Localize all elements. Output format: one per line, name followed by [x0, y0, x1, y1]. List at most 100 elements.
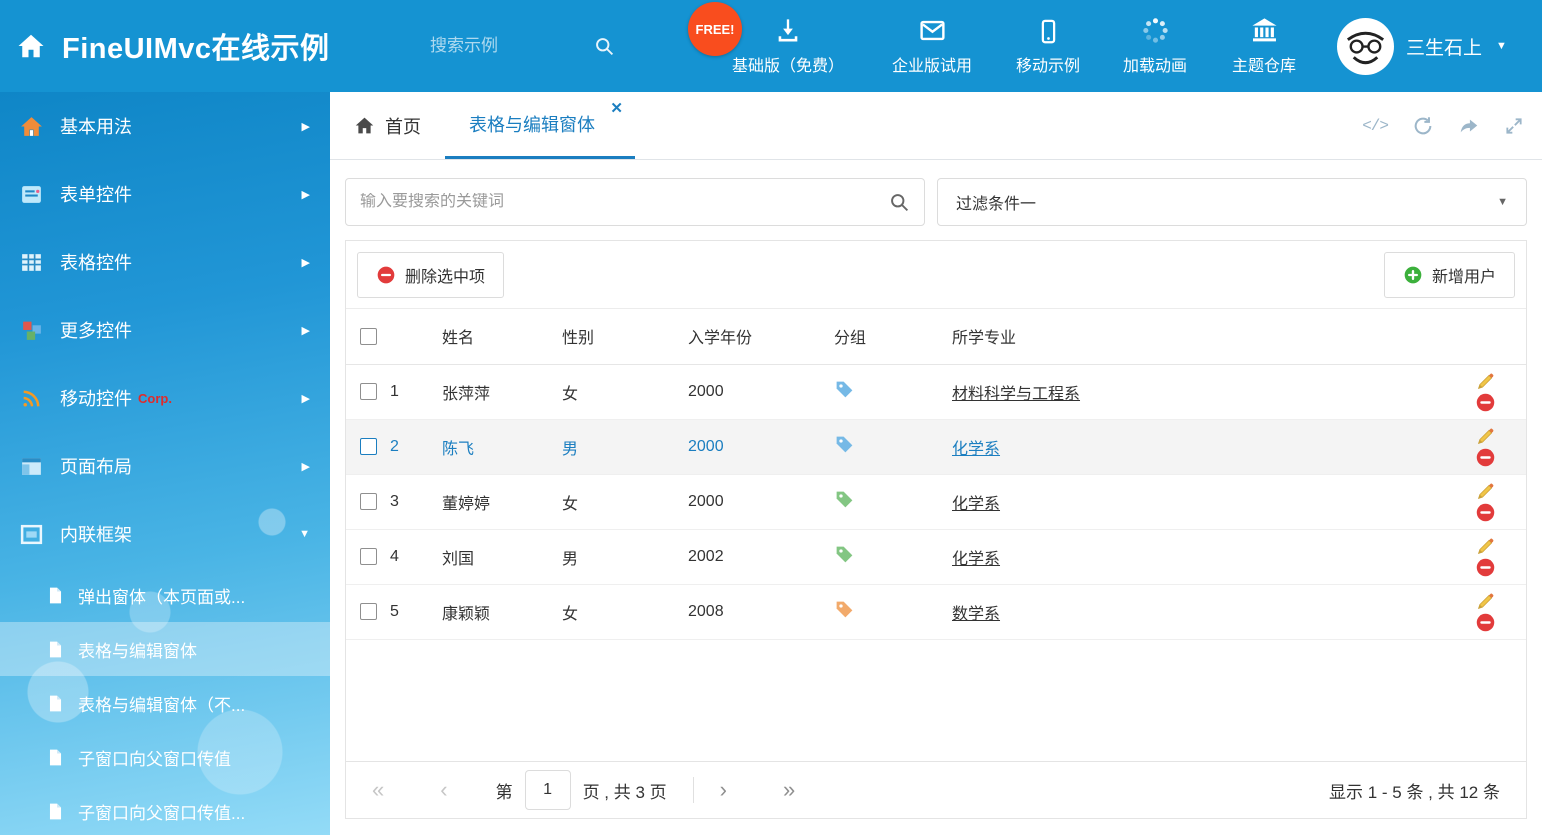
delete-minus-icon[interactable]	[1475, 557, 1496, 578]
cell-name: 陈飞	[442, 419, 562, 474]
download-icon	[774, 15, 802, 45]
user-avatar	[1337, 18, 1394, 75]
keyword-search-box	[345, 178, 925, 226]
sidebar-item-basic-usage[interactable]: 基本用法 ▶	[0, 92, 330, 160]
spinner-icon	[1140, 15, 1169, 45]
major-link[interactable]: 数学系	[952, 606, 1000, 623]
row-checkbox[interactable]	[360, 438, 377, 455]
row-number: 2	[390, 419, 442, 474]
home-icon	[16, 31, 46, 61]
sidebar-subitem-grid-edit-window-2[interactable]: 表格与编辑窗体（不...	[0, 676, 330, 730]
edit-pencil-icon[interactable]	[1475, 371, 1496, 392]
table-row-selected[interactable]: 2 陈飞 男 2000 化学系	[346, 419, 1526, 474]
row-number: 5	[390, 584, 442, 639]
delete-minus-icon[interactable]	[1475, 502, 1496, 523]
table-row[interactable]: 4 刘国 男 2002 化学系	[346, 529, 1526, 584]
tag-icon	[834, 544, 855, 565]
sidebar-item-page-layout[interactable]: 页面布局 ▶	[0, 432, 330, 500]
sidebar-subitem-child-to-parent[interactable]: 子窗口向父窗口传值	[0, 730, 330, 784]
row-checkbox[interactable]	[360, 548, 377, 565]
cell-name: 张萍萍	[442, 364, 562, 419]
next-page-button[interactable]: ›	[720, 779, 727, 801]
add-user-button[interactable]: 新增用户	[1384, 252, 1515, 298]
table-row[interactable]: 5 康颖颖 女 2008 数学系	[346, 584, 1526, 639]
table-row[interactable]: 1 张萍萍 女 2000 材料科学与工程系	[346, 364, 1526, 419]
nav-enterprise-trial[interactable]: 企业版试用	[892, 15, 972, 76]
sidebar-subitem-popup-window[interactable]: 弹出窗体（本页面或...	[0, 568, 330, 622]
tab-grid-edit-window[interactable]: 表格与编辑窗体 ✕	[445, 92, 635, 159]
edit-pencil-icon[interactable]	[1475, 536, 1496, 557]
row-checkbox[interactable]	[360, 603, 377, 620]
code-icon[interactable]: </>	[1362, 117, 1388, 135]
edit-pencil-icon[interactable]	[1475, 481, 1496, 502]
first-page-button[interactable]: «	[372, 779, 384, 801]
user-menu[interactable]: 三生石上 ▼	[1337, 0, 1507, 92]
delete-minus-icon[interactable]	[1475, 447, 1496, 468]
column-name[interactable]: 姓名	[442, 309, 562, 364]
nav-label: 企业版试用	[892, 52, 972, 76]
bank-icon	[1249, 15, 1278, 45]
envelope-icon	[917, 15, 946, 45]
filter-dropdown[interactable]: 过滤条件一 ▼	[937, 178, 1527, 226]
header-search-input[interactable]	[430, 36, 580, 56]
expand-icon[interactable]	[1504, 116, 1524, 136]
app-logo[interactable]: FineUIMvc在线示例	[16, 0, 330, 92]
share-arrow-icon[interactable]	[1458, 115, 1480, 137]
last-page-button[interactable]: »	[783, 779, 795, 801]
nav-label: 主题仓库	[1232, 52, 1296, 76]
nav-basic-edition[interactable]: 基础版（免费）	[732, 15, 844, 76]
nav-label: 加载动画	[1123, 52, 1187, 76]
sidebar-subitem-child-to-parent-2[interactable]: 子窗口向父窗口传值...	[0, 784, 330, 835]
pager-divider	[693, 777, 694, 803]
nav-mobile-demo[interactable]: 移动示例	[1016, 15, 1080, 76]
file-icon	[46, 748, 65, 767]
page-label-prefix: 第	[496, 778, 513, 803]
nav-loading-animation[interactable]: 加载动画	[1123, 15, 1187, 76]
file-icon	[46, 694, 65, 713]
plus-circle-icon	[1403, 265, 1423, 285]
chevron-right-icon: ▶	[302, 120, 310, 133]
keyword-search-input[interactable]	[360, 193, 889, 211]
sidebar-item-grid-controls[interactable]: 表格控件 ▶	[0, 228, 330, 296]
tab-home[interactable]: 首页	[330, 92, 445, 159]
delete-minus-icon[interactable]	[1475, 392, 1496, 413]
column-gender[interactable]: 性别	[562, 309, 688, 364]
pagination-summary: 显示 1 - 5 条 , 共 12 条	[1329, 778, 1500, 803]
table-row[interactable]: 3 董婷婷 女 2000 化学系	[346, 474, 1526, 529]
page-input[interactable]	[525, 770, 571, 810]
edit-pencil-icon[interactable]	[1475, 591, 1496, 612]
major-link[interactable]: 化学系	[952, 551, 1000, 568]
sidebar-item-more-controls[interactable]: 更多控件 ▶	[0, 296, 330, 364]
delete-minus-icon[interactable]	[1475, 612, 1496, 633]
edit-pencil-icon[interactable]	[1475, 426, 1496, 447]
row-checkbox[interactable]	[360, 493, 377, 510]
column-group[interactable]: 分组	[834, 309, 952, 364]
major-link[interactable]: 化学系	[952, 496, 1000, 513]
sidebar-item-iframe[interactable]: 内联框架 ▼	[0, 500, 330, 568]
file-icon	[46, 802, 65, 821]
tab-close-icon[interactable]: ✕	[610, 101, 623, 116]
chevron-right-icon: ▶	[302, 392, 310, 405]
refresh-icon[interactable]	[1412, 115, 1434, 137]
cell-name: 康颖颖	[442, 584, 562, 639]
prev-page-button[interactable]: ‹	[440, 779, 447, 801]
major-link[interactable]: 化学系	[952, 441, 1000, 458]
search-icon[interactable]	[889, 192, 910, 213]
signal-icon	[18, 385, 45, 412]
frame-icon	[18, 521, 45, 548]
major-link[interactable]: 材料科学与工程系	[952, 386, 1080, 403]
app-header: FineUIMvc在线示例 FREE! 基础版（免费） 企业版试用 移动示例 加…	[0, 0, 1542, 92]
nav-label: 基础版（免费）	[732, 52, 844, 76]
sidebar-item-form-controls[interactable]: 表单控件 ▶	[0, 160, 330, 228]
sidebar-subitem-grid-edit-window[interactable]: 表格与编辑窗体	[0, 622, 330, 676]
column-major[interactable]: 所学专业	[952, 309, 1406, 364]
search-icon[interactable]	[594, 36, 615, 57]
nav-theme-store[interactable]: 主题仓库	[1232, 15, 1296, 76]
cell-name: 刘国	[442, 529, 562, 584]
row-checkbox[interactable]	[360, 383, 377, 400]
sidebar-item-mobile-controls[interactable]: 移动控件 Corp. ▶	[0, 364, 330, 432]
table-header-row: 姓名 性别 入学年份 分组 所学专业	[346, 309, 1526, 364]
column-year[interactable]: 入学年份	[688, 309, 834, 364]
delete-selected-button[interactable]: 删除选中项	[357, 252, 504, 298]
select-all-checkbox[interactable]	[360, 328, 377, 345]
